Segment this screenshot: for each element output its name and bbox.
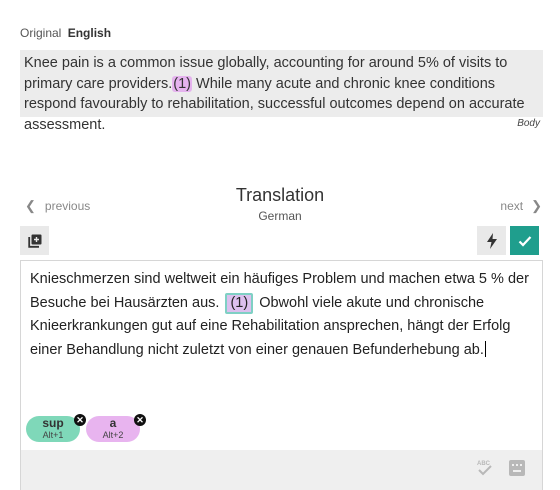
tag-chip-sup[interactable]: sup Alt+1 ✕ bbox=[26, 414, 86, 442]
next-button[interactable]: next ❯ bbox=[500, 198, 542, 214]
original-text-box: Knee pain is a common issue globally, ac… bbox=[20, 50, 543, 133]
spellcheck-icon[interactable]: ABC bbox=[476, 459, 494, 477]
chip-shortcut: Alt+2 bbox=[102, 430, 124, 440]
lightning-icon bbox=[486, 232, 497, 249]
chip-name: sup bbox=[42, 416, 64, 430]
chevron-right-icon: ❯ bbox=[531, 198, 542, 213]
original-tag-marker: (1) bbox=[172, 75, 192, 92]
tag-chip-a[interactable]: a Alt+2 ✕ bbox=[86, 414, 146, 442]
original-header: Original English bbox=[20, 26, 111, 40]
copy-source-icon bbox=[27, 234, 41, 248]
original-language: English bbox=[67, 26, 112, 40]
translation-title: Translation bbox=[235, 185, 325, 205]
translation-language: German bbox=[258, 209, 302, 223]
chip-shortcut: Alt+1 bbox=[42, 430, 64, 440]
remove-chip-icon[interactable]: ✕ bbox=[134, 414, 146, 426]
text-cursor bbox=[484, 340, 486, 357]
remove-chip-icon[interactable]: ✕ bbox=[74, 414, 86, 426]
chip-name: a bbox=[109, 416, 117, 430]
copy-source-button[interactable] bbox=[20, 226, 49, 255]
translation-tag-marker[interactable]: (1) bbox=[225, 292, 254, 314]
keyboard-icon[interactable] bbox=[509, 460, 525, 476]
check-icon bbox=[518, 235, 531, 247]
auto-translate-button[interactable] bbox=[477, 226, 506, 255]
editor-footer bbox=[20, 450, 543, 490]
original-label: Original bbox=[20, 26, 62, 40]
section-label: Body bbox=[517, 118, 540, 129]
spellcheck-icon-text: ABC bbox=[477, 461, 491, 467]
translation-text[interactable]: Knieschmerzen sind weltweit ein häufiges… bbox=[30, 268, 535, 362]
confirm-button[interactable] bbox=[510, 226, 539, 255]
next-label: next bbox=[500, 199, 524, 213]
